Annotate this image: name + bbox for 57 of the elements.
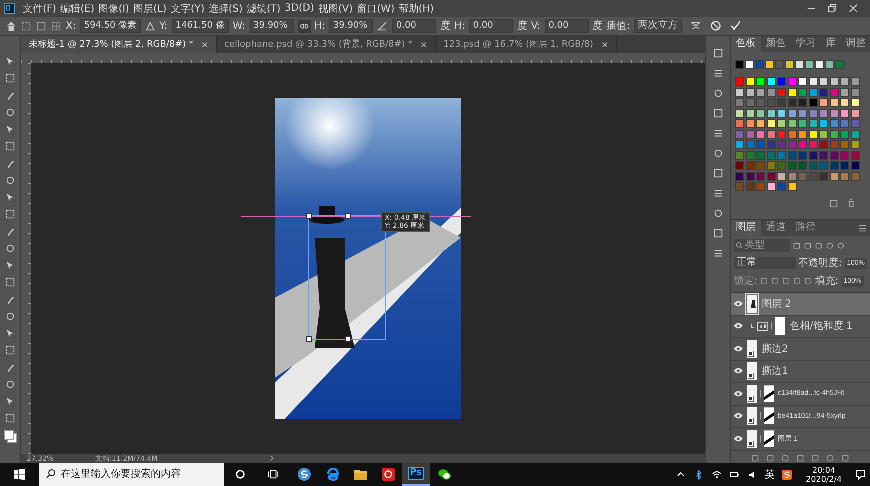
input-field[interactable]: 0.00 <box>544 19 589 33</box>
input-field[interactable]: 39.90% <box>329 19 374 33</box>
menu-item[interactable]: 文字(Y) <box>168 2 207 16</box>
menu-item[interactable]: 选择(S) <box>206 2 245 16</box>
layer-name[interactable]: 撕边2 <box>762 342 788 356</box>
layer-filter-field[interactable]: 类型 <box>734 239 790 252</box>
menu-item[interactable]: 编辑(E) <box>58 2 97 16</box>
menu-item[interactable]: 3D(D) <box>282 3 316 14</box>
layer-name[interactable]: 撕边1 <box>762 364 788 378</box>
field-label: V: <box>531 20 541 32</box>
ps-logo-icon: Ps <box>408 467 424 480</box>
layer-name[interactable]: 色相/饱和度 1 <box>790 319 853 334</box>
taskbar-app-button[interactable]: Ps <box>402 463 430 486</box>
panel-tab[interactable]: 路径 <box>791 220 821 236</box>
input-field[interactable]: 0.00 <box>469 19 514 33</box>
clock-time[interactable]: 20:04 <box>812 466 836 474</box>
unit-label: 度 <box>592 20 603 33</box>
panel-tab[interactable]: 通道 <box>761 220 791 236</box>
layer-row[interactable]: 色相/饱和度 1 <box>731 316 870 338</box>
menu-item[interactable]: 文件(F) <box>21 2 59 16</box>
field-label: H: <box>314 20 326 32</box>
input-field[interactable]: 39.90% <box>250 19 294 33</box>
field-label: W: <box>232 20 246 32</box>
interpolation-dropdown[interactable]: 两次立方 <box>634 19 682 33</box>
input-field[interactable]: 594.50 像素 <box>80 19 141 33</box>
layer-row[interactable]: 撕边1 <box>731 360 870 383</box>
lock-label: 锁定: <box>734 274 758 288</box>
menu-item[interactable]: 图层(L) <box>131 2 169 16</box>
menu-item[interactable]: 视图(V) <box>316 2 356 16</box>
field-label: X: <box>66 20 76 32</box>
field-label: H: <box>454 20 466 32</box>
unit-label: 度 <box>440 20 450 33</box>
menu-item[interactable]: 滤镜(T) <box>244 2 283 16</box>
menu-item[interactable]: 图像(I) <box>96 2 132 16</box>
layer-row[interactable]: 图层 2 <box>731 293 870 316</box>
taskbar-search-field[interactable]: 在这里输入你要搜索的内容 <box>39 463 224 486</box>
input-method-indicator[interactable]: 英 <box>765 468 776 482</box>
menu-item[interactable]: 窗口(W) <box>355 2 397 16</box>
panel-tab[interactable]: 色板 <box>731 36 761 52</box>
layer-name[interactable]: 图层 2 <box>762 296 792 311</box>
panel-tab[interactable]: 学习 <box>791 36 821 52</box>
clock-date[interactable]: 2020/2/4 <box>806 474 842 484</box>
panel-tab[interactable]: 图层 <box>731 220 761 236</box>
document-tab[interactable]: 未标题-1 @ 27.3% (图层 2, RGB/8#) * <box>21 36 217 53</box>
panel-tab[interactable]: 颜色 <box>761 36 791 52</box>
field-label: 插值: <box>606 20 630 33</box>
panel-tab[interactable]: 调整 <box>841 36 870 52</box>
opacity-label: 不透明度: <box>798 256 842 270</box>
layer-row[interactable]: 撕边2 <box>731 338 870 360</box>
fill-label: 填充: <box>815 274 839 288</box>
input-field[interactable]: 1461.50 像 <box>172 19 229 33</box>
panel-tab[interactable]: 库 <box>821 36 841 52</box>
input-field[interactable]: 0.00 <box>392 19 436 33</box>
field-label: Y: <box>160 20 168 32</box>
unit-label: 度 <box>517 20 528 33</box>
blend-mode-dropdown[interactable]: 正常 <box>734 257 796 269</box>
menu-item[interactable]: 帮助(H) <box>396 2 436 16</box>
